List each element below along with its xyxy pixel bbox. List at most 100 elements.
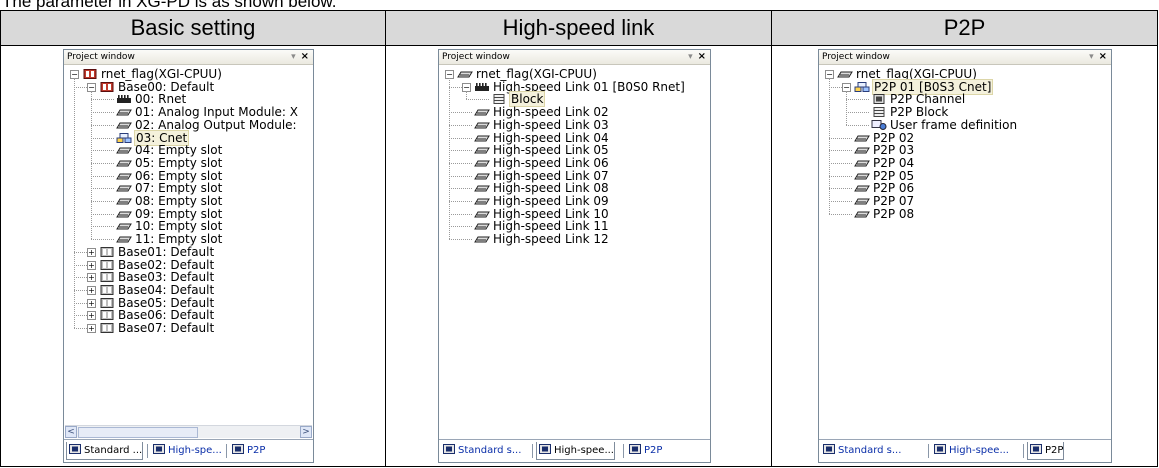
- tree-item[interactable]: High-speed Link 05: [462, 144, 610, 156]
- tab-high-speed[interactable]: High-spe...: [151, 442, 222, 459]
- tree-connector: [846, 99, 869, 101]
- tree-item[interactable]: High-speed Link 09: [462, 195, 610, 207]
- tree-item-label: Base01: Default: [118, 244, 215, 259]
- tree-item[interactable]: 10: Empty slot: [104, 220, 223, 232]
- tab-icon: [1030, 443, 1042, 454]
- tree-item[interactable]: High-speed Link 08: [462, 182, 610, 194]
- tree-item[interactable]: 08: Empty slot: [104, 195, 223, 207]
- tree-item[interactable]: User frame definition: [859, 119, 1018, 131]
- tree-item[interactable]: 07: Empty slot: [104, 182, 223, 194]
- tab-p2p[interactable]: P2P: [627, 442, 662, 459]
- tree-item-label: High-speed Link 12: [493, 232, 609, 247]
- expand-icon[interactable]: +: [87, 298, 96, 308]
- pin-dropdown-icon[interactable]: ▾: [1089, 52, 1094, 62]
- io-slot-icon: [837, 69, 853, 79]
- expand-icon[interactable]: +: [87, 260, 96, 270]
- tree-item[interactable]: 11: Empty slot: [104, 233, 223, 245]
- tab-high-speed[interactable]: High-spee...: [932, 442, 1009, 459]
- tab-standard[interactable]: Standard s...: [821, 442, 901, 459]
- scrollbar-thumb[interactable]: [78, 427, 198, 438]
- tree-item[interactable]: 06: Empty slot: [104, 170, 223, 182]
- expand-icon[interactable]: +: [87, 324, 96, 333]
- tree-item[interactable]: + Base06: Default: [87, 309, 215, 321]
- tree-item[interactable]: 03: Cnet: [104, 129, 190, 146]
- io-slot-icon: [474, 234, 490, 244]
- tab-label: High-spe...: [168, 445, 222, 456]
- tree-item[interactable]: P2P 08: [842, 208, 915, 220]
- tab-high-speed[interactable]: High-spee...: [536, 442, 615, 460]
- tree-item[interactable]: 04: Empty slot: [104, 144, 223, 156]
- tree-item[interactable]: 02: Analog Output Module:: [104, 119, 298, 131]
- close-icon[interactable]: ×: [301, 51, 309, 62]
- tree-item[interactable]: P2P 07: [842, 195, 915, 207]
- tab-standard[interactable]: Standard ...: [66, 442, 144, 460]
- tree-item-label: High-speed Link 09: [493, 194, 609, 208]
- tree-connector: [91, 213, 114, 215]
- user-frame-icon: [871, 119, 887, 130]
- scroll-left-button[interactable]: <: [65, 426, 77, 438]
- tree-item-label: rnet_flag(XGI-CPUU): [476, 67, 597, 81]
- io-slot-icon: [854, 183, 870, 193]
- pin-dropdown-icon[interactable]: ▾: [688, 52, 693, 62]
- tree-item[interactable]: High-speed Link 03: [462, 119, 610, 131]
- tree-item[interactable]: + Base07: Default: [87, 322, 215, 334]
- tree-item[interactable]: P2P 04: [842, 157, 915, 169]
- tree-item[interactable]: 09: Empty slot: [104, 208, 223, 220]
- plc-base-gray-icon: [99, 323, 115, 333]
- scroll-right-button[interactable]: >: [300, 426, 312, 438]
- tree-item[interactable]: High-speed Link 10: [462, 208, 610, 220]
- tree-item[interactable]: + Base05: Default: [87, 297, 215, 309]
- tree-item[interactable]: High-speed Link 12: [462, 233, 610, 245]
- tree-item[interactable]: High-speed Link 06: [462, 157, 610, 169]
- tree-item[interactable]: + Base02: Default: [87, 259, 215, 271]
- block-icon: [491, 94, 507, 105]
- expand-icon[interactable]: +: [87, 273, 96, 283]
- tree-item[interactable]: + Base04: Default: [87, 284, 215, 296]
- tree-item[interactable]: + Base01: Default: [87, 246, 215, 258]
- tree-connector: [466, 90, 467, 100]
- tree-item[interactable]: − rnet_flag(XGI-CPUU): [70, 68, 223, 80]
- tree-connector: [74, 315, 87, 317]
- tab-p2p[interactable]: P2P: [1027, 442, 1065, 460]
- tree-item[interactable]: P2P 05: [842, 170, 915, 182]
- tree-item[interactable]: − Base00: Default: [87, 81, 215, 93]
- tree-item[interactable]: P2P Channel: [859, 93, 966, 105]
- tree-connector: [74, 302, 87, 304]
- tab-p2p[interactable]: P2P: [230, 442, 265, 459]
- tree-item[interactable]: − P2P 01 [B0S3 Cnet]: [842, 78, 994, 95]
- tab-label: High-spee...: [554, 445, 614, 456]
- io-slot-icon: [474, 221, 490, 231]
- expand-icon[interactable]: +: [87, 247, 96, 257]
- tree-connector: [846, 124, 869, 126]
- close-icon[interactable]: ×: [1099, 51, 1107, 62]
- tree-connector: [74, 277, 87, 279]
- tree-item[interactable]: 05: Empty slot: [104, 157, 223, 169]
- tree-item[interactable]: 01: Analog Input Module: X: [104, 106, 299, 118]
- close-icon[interactable]: ×: [698, 51, 706, 62]
- pin-dropdown-icon[interactable]: ▾: [291, 52, 296, 62]
- window-controls: ▾ ×: [688, 50, 706, 64]
- tree-item[interactable]: 00: Rnet: [104, 93, 187, 105]
- expand-icon[interactable]: +: [87, 311, 96, 321]
- tree-item[interactable]: High-speed Link 07: [462, 170, 610, 182]
- tree-connector: [91, 90, 92, 240]
- tree-item[interactable]: P2P Block: [859, 106, 949, 118]
- tree-item[interactable]: − High-speed Link 01 [B0S0 Rnet]: [462, 81, 686, 93]
- tab-icon: [539, 443, 551, 454]
- tree-item-label: 05: Empty slot: [135, 155, 223, 170]
- tree-item[interactable]: High-speed Link 11: [462, 220, 610, 232]
- horizontal-scrollbar[interactable]: < >: [65, 425, 312, 438]
- tree-item[interactable]: High-speed Link 04: [462, 132, 610, 144]
- tree-connector: [74, 78, 75, 328]
- io-slot-icon: [474, 183, 490, 193]
- tree-item[interactable]: P2P 02: [842, 132, 915, 144]
- tab-label: High-spee...: [949, 445, 1009, 456]
- tree-item[interactable]: P2P 06: [842, 182, 915, 194]
- project-window-tabs: Standard ... High-spe... P2P: [64, 439, 313, 462]
- tree-item[interactable]: P2P 03: [842, 144, 915, 156]
- tree-item[interactable]: + Base03: Default: [87, 271, 215, 283]
- expand-icon[interactable]: +: [87, 285, 96, 295]
- tree-item[interactable]: High-speed Link 02: [462, 106, 610, 118]
- tab-standard[interactable]: Standard s...: [441, 442, 521, 459]
- tree-item[interactable]: − rnet_flag(XGI-CPUU): [445, 68, 598, 80]
